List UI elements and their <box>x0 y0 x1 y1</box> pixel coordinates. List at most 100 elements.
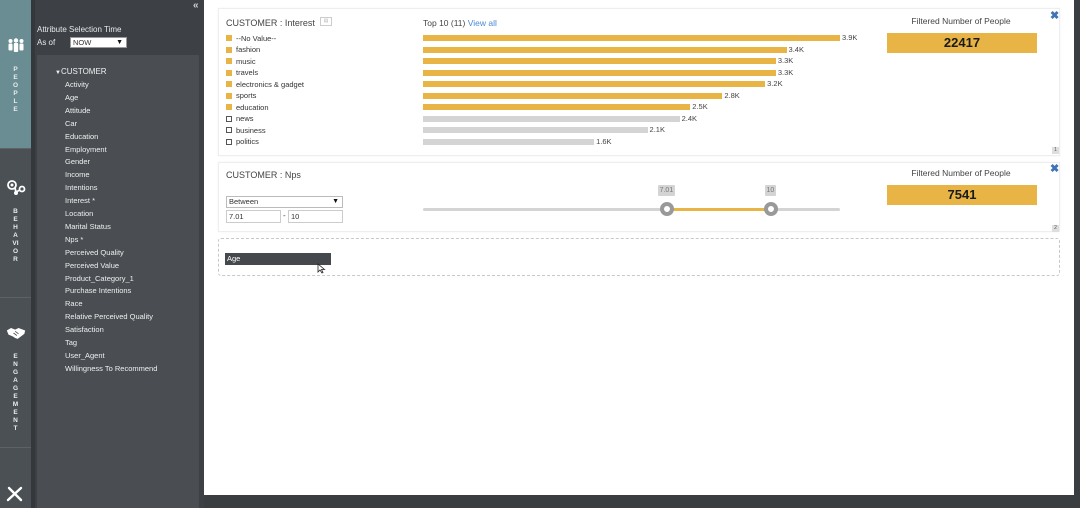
rail-section-behavior[interactable]: BEHAVIOR <box>0 170 31 290</box>
close-icon[interactable]: ✖ <box>1050 9 1059 22</box>
rail-divider <box>0 297 31 298</box>
bar[interactable] <box>423 58 776 64</box>
min-value-input[interactable]: 7.01 <box>226 210 281 223</box>
attribute-item[interactable]: Location <box>65 209 93 218</box>
legend-label: fashion <box>236 45 261 54</box>
attribute-item[interactable]: Employment <box>65 145 107 154</box>
attribute-item[interactable]: Purchase Intentions <box>65 286 131 295</box>
bar[interactable] <box>423 127 648 133</box>
attribute-item[interactable]: Marital Status <box>65 222 111 231</box>
bar[interactable] <box>423 138 595 145</box>
collapse-panel-button[interactable]: « <box>193 0 198 11</box>
attribute-item[interactable]: Willingness To Recommend <box>65 364 157 373</box>
attribute-item[interactable]: Interest * <box>65 196 95 205</box>
slider-selected-range <box>666 208 771 211</box>
legend-item[interactable]: --No Value-- <box>226 33 276 43</box>
legend-label: business <box>236 125 266 135</box>
bar[interactable] <box>423 92 723 99</box>
bar[interactable] <box>423 35 840 41</box>
bar-value-label: 3.2K <box>767 79 783 88</box>
attribute-item[interactable]: Relative Perceived Quality <box>65 312 153 321</box>
dragged-attribute-chip[interactable]: Age <box>225 253 331 265</box>
legend-item[interactable]: education <box>226 102 269 112</box>
attribute-item[interactable]: Perceived Quality <box>65 248 124 257</box>
card-title: CUSTOMER : Interest <box>226 18 315 28</box>
unchecked-box-icon <box>226 115 232 122</box>
bar-value-label: 2.1K <box>649 125 665 134</box>
bar-value-label: 1.6K <box>596 136 612 146</box>
attribute-item[interactable]: Product_Category_1 <box>65 274 134 283</box>
operator-value: Between <box>229 197 259 206</box>
bar[interactable] <box>423 104 691 110</box>
bar[interactable] <box>423 69 776 76</box>
bar-value-label: 2.5K <box>692 102 708 111</box>
range-separator: - <box>283 211 286 220</box>
slider-handle-max[interactable] <box>763 202 778 216</box>
slider-value-tooltip: 7.01 <box>657 185 676 196</box>
card-title: CUSTOMER : Nps <box>226 170 301 180</box>
app-root: PEOPLE BEHAVIOR ENGAGEMENT « Attribute S… <box>0 0 1080 508</box>
attribute-item[interactable]: Tag <box>65 338 77 347</box>
bar-value-label: 3.3K <box>777 67 794 77</box>
rail-divider <box>0 148 31 149</box>
card-number-badge: 1 <box>1052 147 1059 154</box>
filtered-number-label: Filtered Number of People <box>911 168 1011 178</box>
bar[interactable] <box>423 115 680 122</box>
tree-root-customer[interactable]: ▼CUSTOMER <box>55 67 107 76</box>
mouse-cursor-icon <box>317 261 326 279</box>
legend-item[interactable]: business <box>226 125 266 135</box>
rail-divider <box>0 447 31 448</box>
attribute-item[interactable]: Gender <box>65 157 90 166</box>
attribute-selection-title: Attribute Selection Time <box>37 25 122 34</box>
legend-item[interactable]: electronics & gadget <box>226 79 304 89</box>
attribute-item[interactable]: Car <box>65 119 77 128</box>
export-icon[interactable]: ▤ <box>320 17 332 26</box>
bar-value-label: 3.4K <box>788 44 804 54</box>
nav-rail: PEOPLE BEHAVIOR ENGAGEMENT <box>0 0 31 508</box>
attribute-item[interactable]: Age <box>65 93 78 102</box>
legend-item[interactable]: sports <box>226 91 256 101</box>
slider-handle-min[interactable] <box>659 202 674 216</box>
view-all-link[interactable]: View all <box>468 18 497 28</box>
window-edge <box>1074 0 1080 508</box>
max-value-input[interactable]: 10 <box>288 210 343 223</box>
attribute-item[interactable]: Race <box>65 299 83 308</box>
bar-value-label: 2.8K <box>724 90 740 100</box>
tools-icon[interactable] <box>6 486 24 507</box>
attribute-item[interactable]: Activity <box>65 80 89 89</box>
attribute-item[interactable]: User_Agent <box>65 351 105 360</box>
attribute-item[interactable]: Satisfaction <box>65 325 104 334</box>
unchecked-box-icon <box>226 138 232 145</box>
legend-item[interactable]: travels <box>226 68 258 78</box>
bar[interactable] <box>423 46 787 53</box>
as-of-value: NOW <box>73 38 92 47</box>
handshake-icon <box>6 323 26 343</box>
window-edge <box>204 495 1074 508</box>
checked-swatch-icon <box>226 35 232 41</box>
rail-section-people[interactable]: PEOPLE <box>0 0 31 148</box>
checked-swatch-icon <box>226 81 232 87</box>
rail-label-behavior: BEHAVIOR <box>12 208 19 263</box>
legend-item[interactable]: politics <box>226 137 259 147</box>
as-of-label: As of <box>37 38 56 47</box>
attribute-item[interactable]: Nps * <box>65 235 83 244</box>
attribute-item[interactable]: Education <box>65 132 98 141</box>
as-of-select[interactable]: NOW ▼ <box>70 37 127 48</box>
attribute-item[interactable]: Intentions <box>65 183 98 192</box>
bar[interactable] <box>423 81 766 87</box>
legend-item[interactable]: fashion <box>226 45 260 55</box>
checked-swatch-icon <box>226 69 232 76</box>
attribute-item[interactable]: Attitude <box>65 106 90 115</box>
legend-label: --No Value-- <box>236 33 277 43</box>
operator-select[interactable]: Between ▼ <box>226 196 343 208</box>
top-n-summary: Top 10 (11) View all <box>423 18 497 28</box>
attribute-item[interactable]: Perceived Value <box>65 261 119 270</box>
card-number-badge: 2 <box>1052 225 1059 232</box>
legend-item[interactable]: news <box>226 114 254 124</box>
attribute-item[interactable]: Income <box>65 170 90 179</box>
close-icon[interactable]: ✖ <box>1050 162 1059 175</box>
legend-item[interactable]: music <box>226 56 256 66</box>
attribute-drop-zone[interactable] <box>218 238 1060 276</box>
unchecked-box-icon <box>226 127 232 133</box>
rail-section-engagement[interactable]: ENGAGEMENT <box>0 315 31 445</box>
